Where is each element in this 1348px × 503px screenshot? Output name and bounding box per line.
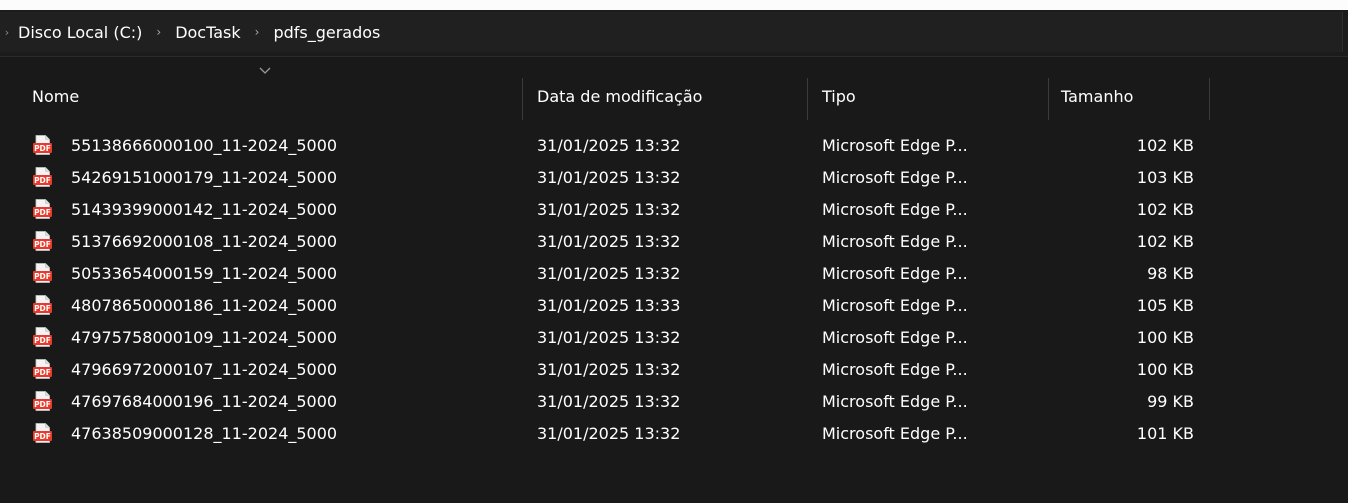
file-row[interactable]: PDF 47697684000196_11-2024_5000 31/01/20… (0, 385, 1348, 417)
file-modified-date: 31/01/2025 13:32 (537, 359, 681, 379)
pdf-file-icon: PDF (33, 359, 52, 379)
svg-text:PDF: PDF (34, 432, 51, 441)
column-header-size[interactable]: Tamanho (1061, 72, 1206, 120)
column-header-name-label: Nome (32, 86, 80, 106)
file-modified-date: 31/01/2025 13:32 (537, 167, 681, 187)
file-size: 98 KB (1147, 263, 1194, 283)
file-type: Microsoft Edge P... (822, 391, 968, 411)
file-type: Microsoft Edge P... (822, 423, 968, 443)
pdf-file-icon: PDF (33, 263, 52, 283)
file-list: PDF 55138666000100_11-2024_5000 31/01/20… (0, 129, 1348, 449)
file-row[interactable]: PDF 54269151000179_11-2024_5000 31/01/20… (0, 161, 1348, 193)
address-bar: › Disco Local (C:) › DocTask › pdfs_gera… (0, 10, 1348, 57)
file-row[interactable]: PDF 55138666000100_11-2024_5000 31/01/20… (0, 129, 1348, 161)
file-name: 55138666000100_11-2024_5000 (71, 135, 338, 155)
file-name: 54269151000179_11-2024_5000 (71, 167, 338, 187)
file-type: Microsoft Edge P... (822, 167, 968, 187)
file-size: 102 KB (1136, 231, 1194, 251)
file-modified-date: 31/01/2025 13:32 (537, 263, 681, 283)
column-header-modified[interactable]: Data de modificação (537, 72, 803, 120)
column-resize-handle[interactable] (1209, 78, 1210, 120)
pdf-file-icon: PDF (33, 423, 52, 443)
column-resize-handle[interactable] (807, 78, 808, 120)
pdf-file-icon: PDF (33, 199, 52, 219)
column-header-type[interactable]: Tipo (822, 72, 1044, 120)
file-modified-date: 31/01/2025 13:33 (537, 295, 681, 315)
file-row[interactable]: PDF 51376692000108_11-2024_5000 31/01/20… (0, 225, 1348, 257)
svg-text:PDF: PDF (34, 144, 51, 153)
file-size: 100 KB (1136, 327, 1194, 347)
chevron-right-icon[interactable]: › (245, 25, 270, 39)
file-row[interactable]: PDF 48078650000186_11-2024_5000 31/01/20… (0, 289, 1348, 321)
file-size: 100 KB (1136, 359, 1194, 379)
file-name: 48078650000186_11-2024_5000 (71, 295, 338, 315)
file-type: Microsoft Edge P... (822, 263, 968, 283)
file-type: Microsoft Edge P... (822, 231, 968, 251)
pdf-file-icon: PDF (33, 135, 52, 155)
column-header-name[interactable]: Nome (32, 72, 520, 120)
svg-text:PDF: PDF (34, 272, 51, 281)
file-size: 99 KB (1147, 391, 1194, 411)
file-type: Microsoft Edge P... (822, 135, 968, 155)
pdf-file-icon: PDF (33, 327, 52, 347)
file-size: 102 KB (1136, 135, 1194, 155)
breadcrumb-item-doctask[interactable]: DocTask (171, 23, 244, 42)
file-row[interactable]: PDF 50533654000159_11-2024_5000 31/01/20… (0, 257, 1348, 289)
breadcrumb-item-pdfs-gerados[interactable]: pdfs_gerados (269, 23, 384, 42)
file-name: 51376692000108_11-2024_5000 (71, 231, 338, 251)
file-row[interactable]: PDF 51439399000142_11-2024_5000 31/01/20… (0, 193, 1348, 225)
pdf-file-icon: PDF (33, 391, 52, 411)
breadcrumb-item-drive[interactable]: Disco Local (C:) (14, 23, 146, 42)
file-name: 47638509000128_11-2024_5000 (71, 423, 338, 443)
file-modified-date: 31/01/2025 13:32 (537, 391, 681, 411)
chevron-right-icon[interactable]: › (146, 25, 171, 39)
file-row[interactable]: PDF 47975758000109_11-2024_5000 31/01/20… (0, 321, 1348, 353)
column-header-modified-label: Data de modificação (537, 86, 703, 106)
column-header-size-label: Tamanho (1061, 86, 1134, 106)
file-name: 47966972000107_11-2024_5000 (71, 359, 338, 379)
svg-text:PDF: PDF (34, 208, 51, 217)
svg-text:PDF: PDF (34, 368, 51, 377)
file-name: 51439399000142_11-2024_5000 (71, 199, 338, 219)
file-row[interactable]: PDF 47966972000107_11-2024_5000 31/01/20… (0, 353, 1348, 385)
column-header-type-label: Tipo (822, 86, 856, 106)
column-resize-handle[interactable] (522, 78, 523, 120)
file-name: 47975758000109_11-2024_5000 (71, 327, 338, 347)
file-size: 105 KB (1136, 295, 1194, 315)
file-type: Microsoft Edge P... (822, 359, 968, 379)
file-name: 47697684000196_11-2024_5000 (71, 391, 338, 411)
column-resize-handle[interactable] (1048, 78, 1049, 120)
svg-text:PDF: PDF (34, 304, 51, 313)
file-modified-date: 31/01/2025 13:32 (537, 199, 681, 219)
svg-text:PDF: PDF (34, 240, 51, 249)
file-size: 101 KB (1136, 423, 1194, 443)
file-explorer-window: › Disco Local (C:) › DocTask › pdfs_gera… (0, 10, 1348, 503)
file-type: Microsoft Edge P... (822, 199, 968, 219)
file-modified-date: 31/01/2025 13:32 (537, 231, 681, 251)
file-row[interactable]: PDF 47638509000128_11-2024_5000 31/01/20… (0, 417, 1348, 449)
file-type: Microsoft Edge P... (822, 295, 968, 315)
file-name: 50533654000159_11-2024_5000 (71, 263, 338, 283)
pdf-file-icon: PDF (33, 167, 52, 187)
svg-text:PDF: PDF (34, 400, 51, 409)
pdf-file-icon: PDF (33, 295, 52, 315)
file-type: Microsoft Edge P... (822, 327, 968, 347)
column-header-row: Nome Data de modificação Tipo Tamanho (0, 67, 1348, 120)
file-modified-date: 31/01/2025 13:32 (537, 135, 681, 155)
file-size: 103 KB (1136, 167, 1194, 187)
svg-text:PDF: PDF (34, 176, 51, 185)
breadcrumb-overflow-icon[interactable]: › (0, 12, 14, 52)
file-modified-date: 31/01/2025 13:32 (537, 327, 681, 347)
svg-text:PDF: PDF (34, 336, 51, 345)
breadcrumb[interactable]: › Disco Local (C:) › DocTask › pdfs_gera… (0, 12, 1343, 52)
file-size: 102 KB (1136, 199, 1194, 219)
file-modified-date: 31/01/2025 13:32 (537, 423, 681, 443)
pdf-file-icon: PDF (33, 231, 52, 251)
